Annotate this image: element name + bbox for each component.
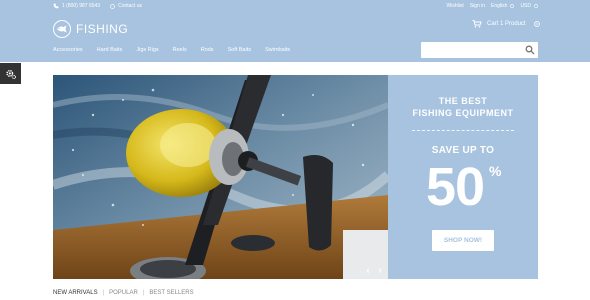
hero-slider[interactable]: ‹ › (53, 75, 388, 279)
slider-prev-button[interactable]: ‹ (364, 266, 372, 276)
contact-text: Contact us (118, 3, 142, 9)
search-icon[interactable] (525, 45, 535, 55)
contact-link[interactable]: Contact us (110, 3, 142, 9)
nav-item-swimbaits[interactable]: Swimbaits (265, 47, 290, 53)
promo-save-text: SAVE UP TO (431, 145, 495, 156)
shop-now-button[interactable]: SHOP NOW! (432, 230, 494, 251)
cart-chevron-icon (533, 21, 540, 27)
fish-icon (53, 20, 71, 38)
nav-item-rods[interactable]: Rods (201, 47, 214, 53)
wishlist-link[interactable]: Wishlist (447, 3, 464, 9)
cart-icon (472, 20, 482, 28)
gears-icon (5, 69, 16, 79)
nav-item-accessories[interactable]: Accessories (53, 47, 83, 53)
product-tabs: NEW ARRIVALS | POPULAR | BEST SELLERS (53, 290, 194, 296)
tab-popular[interactable]: POPULAR (109, 290, 138, 296)
language-label: English (491, 3, 508, 9)
language-chevron-icon (510, 4, 515, 8)
slider-arrows: ‹ › (364, 266, 384, 276)
logo[interactable]: FISHING (53, 19, 128, 39)
tab-new-arrivals[interactable]: NEW ARRIVALS (53, 290, 98, 296)
main-nav: Accessories Hard Baits Jigs Rigs Reels R… (53, 47, 290, 53)
logo-text: FISHING (76, 22, 129, 36)
top-bar: 1 (800) 987 6543 Contact us Wishlist Sig… (53, 3, 538, 13)
globe-icon (110, 3, 115, 9)
slider-next-button[interactable]: › (376, 266, 384, 276)
phone-icon (53, 3, 59, 9)
currency-select[interactable]: USD (520, 3, 538, 9)
phone-link[interactable]: 1 (800) 987 6543 (53, 3, 100, 9)
nav-item-jigs-rigs[interactable]: Jigs Rigs (136, 47, 158, 53)
promo-percent-sign: % (489, 163, 502, 179)
nav-item-soft-baits[interactable]: Soft Baits (228, 47, 252, 53)
cart-button[interactable]: Cart 1 Product (472, 20, 540, 28)
page: 1 (800) 987 6543 Contact us Wishlist Sig… (0, 0, 590, 300)
search-box (421, 42, 538, 58)
currency-chevron-icon (534, 4, 538, 8)
language-select[interactable]: English (491, 3, 515, 9)
promo-divider (412, 130, 514, 131)
tab-best-sellers[interactable]: BEST SELLERS (149, 290, 193, 296)
nav-item-hard-baits[interactable]: Hard Baits (97, 47, 123, 53)
search-input[interactable] (425, 44, 517, 56)
tab-divider: | (102, 290, 105, 296)
promo-discount-value: 50 (426, 157, 485, 217)
phone-text: 1 (800) 987 6543 (62, 3, 101, 9)
promo-heading-line1: THE BEST (438, 96, 488, 106)
signin-link[interactable]: Sign in (470, 3, 485, 9)
fishing-reel-photo (53, 75, 388, 279)
tab-divider: | (142, 290, 145, 296)
promo-heading-line2: FISHING EQUIPMENT (412, 108, 514, 118)
currency-label: USD (520, 3, 531, 9)
cart-label: Cart 1 Product (487, 21, 526, 27)
nav-item-reels[interactable]: Reels (173, 47, 187, 53)
header: 1 (800) 987 6543 Contact us Wishlist Sig… (0, 0, 590, 62)
settings-button[interactable] (0, 63, 21, 84)
promo-banner: THE BEST FISHING EQUIPMENT SAVE UP TO 50… (388, 75, 538, 279)
